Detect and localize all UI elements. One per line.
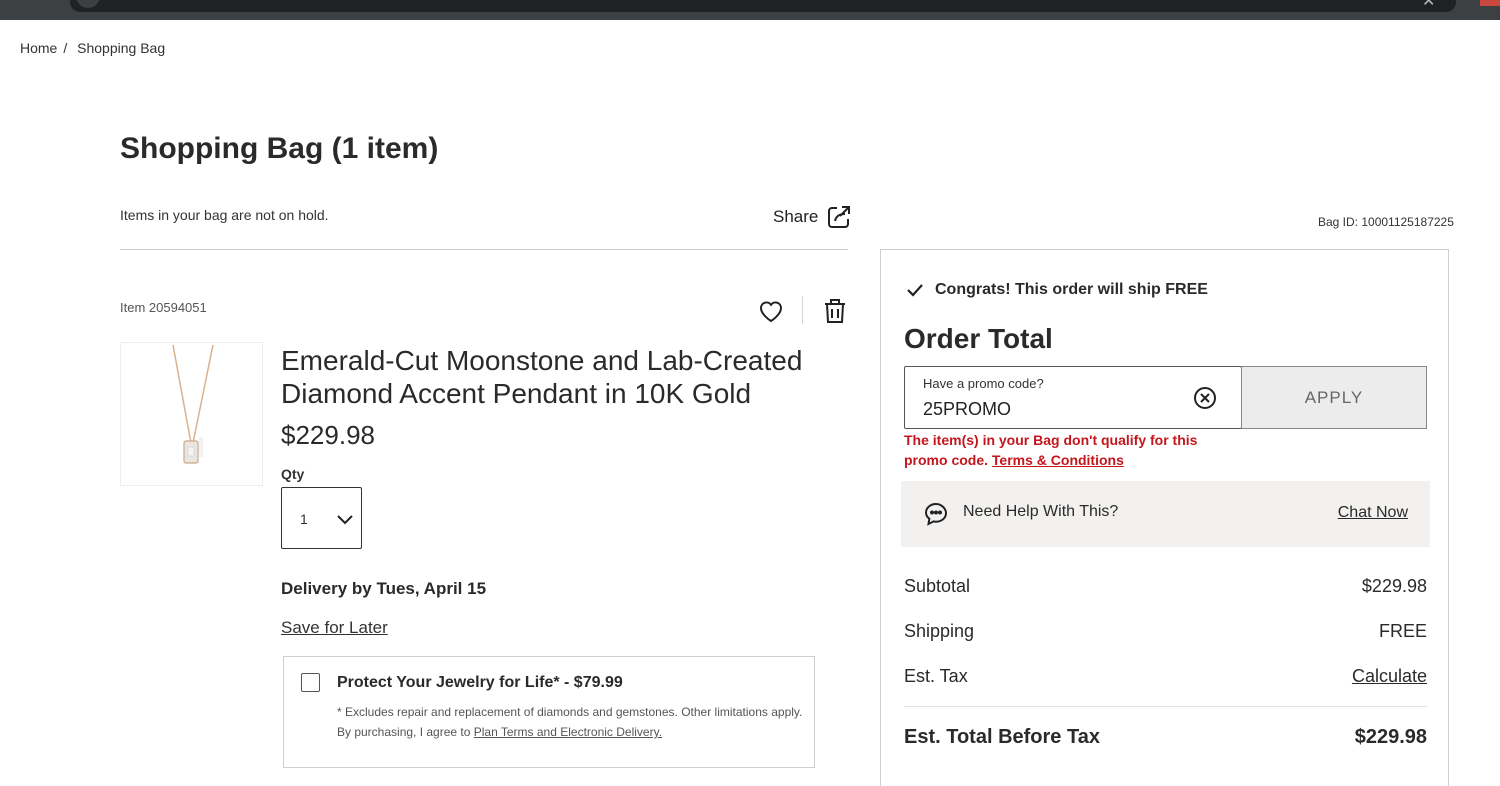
product-name[interactable]: Emerald-Cut Moonstone and Lab-Created Di… xyxy=(281,344,821,410)
shipping-label: Shipping xyxy=(904,621,975,641)
shipping-value: FREE xyxy=(1378,621,1427,641)
calculate-tax-link[interactable]: Calculate xyxy=(1352,666,1427,687)
order-summary: Congrats! This order will ship FREE Orde… xyxy=(880,249,1449,786)
clear-circle-icon[interactable] xyxy=(1193,386,1217,410)
subtotal-label: Subtotal xyxy=(904,576,971,596)
chat-now-link[interactable]: Chat Now xyxy=(1338,504,1408,522)
save-for-later-link[interactable]: Save for Later xyxy=(281,618,388,638)
checkmark-icon xyxy=(907,284,923,297)
page-title: Shopping Bag (1 item) xyxy=(120,132,439,165)
heart-icon[interactable] xyxy=(757,297,785,325)
share-label: Share xyxy=(773,207,819,226)
protection-plan: Protect Your Jewelry for Life* - $79.99 … xyxy=(283,656,815,768)
close-icon[interactable]: ✕ xyxy=(1422,0,1435,11)
browser-toolbar: ✕ xyxy=(0,0,1500,20)
promo-code-input[interactable] xyxy=(923,399,1183,420)
chevron-down-icon xyxy=(337,515,353,525)
protection-note: * Excludes repair and replacement of dia… xyxy=(337,702,807,742)
protection-title: Protect Your Jewelry for Life* - $79.99 xyxy=(337,674,623,691)
help-text: Need Help With This? xyxy=(963,503,1119,520)
hold-note: Items in your bag are not on hold. xyxy=(120,207,329,223)
summary-divider xyxy=(904,706,1427,707)
total-label: Est. Total Before Tax xyxy=(904,726,1100,748)
trash-icon[interactable] xyxy=(822,297,848,325)
qty-select[interactable]: 1 xyxy=(281,487,362,549)
free-shipping-banner: Congrats! This order will ship FREE xyxy=(905,280,1208,300)
bag-id: Bag ID: 10001125187225 xyxy=(1318,215,1454,229)
flag-icon xyxy=(1480,0,1500,6)
promo-code-label: Have a promo code? xyxy=(923,376,1044,391)
breadcrumb: Home / Shopping Bag xyxy=(20,40,165,56)
share-button[interactable]: Share xyxy=(773,204,852,230)
apply-promo-button[interactable]: APPLY xyxy=(1241,366,1427,429)
order-total-title: Order Total xyxy=(904,323,1053,354)
product-image[interactable] xyxy=(120,342,263,486)
promo-code-field[interactable]: Have a promo code? xyxy=(904,366,1242,429)
item-number: Item 20594051 xyxy=(120,300,207,315)
qty-label: Qty xyxy=(281,466,305,482)
tax-label: Est. Tax xyxy=(904,666,968,686)
chat-bubble-icon xyxy=(924,502,948,526)
product-price: $229.98 xyxy=(281,420,375,450)
help-banner: Need Help With This? Chat Now xyxy=(901,481,1430,547)
address-bar[interactable] xyxy=(70,0,1456,12)
terms-conditions-link[interactable]: Terms & Conditions xyxy=(992,452,1124,468)
total-value: $229.98 xyxy=(1354,726,1427,748)
breadcrumb-current: Shopping Bag xyxy=(77,40,166,56)
divider xyxy=(120,249,848,250)
qty-value: 1 xyxy=(300,511,308,527)
icon-divider xyxy=(802,296,803,324)
share-icon xyxy=(828,206,851,228)
promo-error-message: The item(s) in your Bag don't qualify fo… xyxy=(904,430,1224,470)
pendant-icon xyxy=(172,344,214,464)
protection-note-line2: By purchasing, I agree to Plan Terms and… xyxy=(337,722,807,742)
protection-checkbox[interactable] xyxy=(301,673,320,692)
protection-note-prefix: By purchasing, I agree to xyxy=(337,725,474,739)
protection-note-line1: * Excludes repair and replacement of dia… xyxy=(337,705,803,719)
plan-terms-link[interactable]: Plan Terms and Electronic Delivery. xyxy=(474,725,662,739)
breadcrumb-home[interactable]: Home xyxy=(20,40,57,56)
delivery-date: Delivery by Tues, April 15 xyxy=(281,579,487,598)
subtotal-value: $229.98 xyxy=(1361,576,1427,596)
breadcrumb-separator: / xyxy=(63,40,68,56)
free-shipping-text: Congrats! This order will ship FREE xyxy=(935,281,1208,298)
